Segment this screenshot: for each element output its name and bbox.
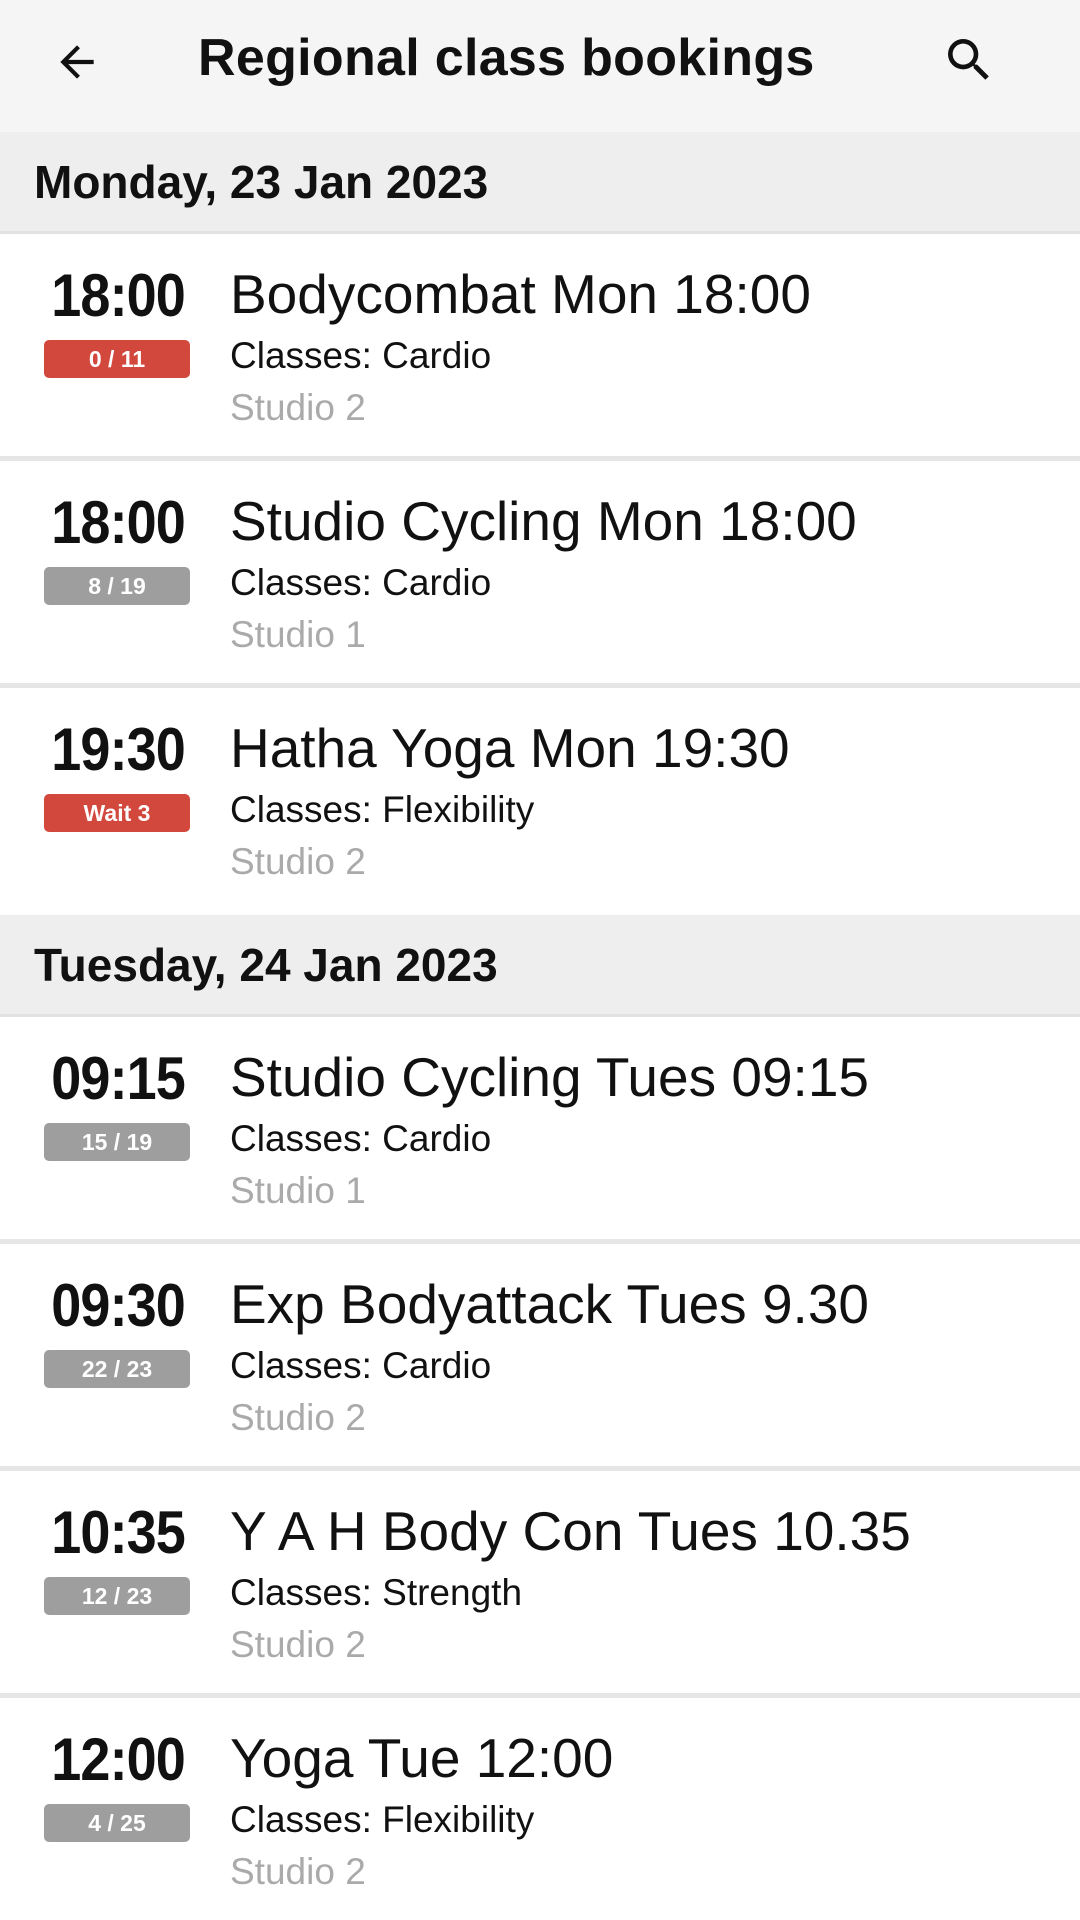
- class-type: Classes: Cardio: [230, 1344, 492, 1386]
- class-row[interactable]: 10:35 12 / 23 Y A H Body Con Tues 10.35 …: [0, 1471, 1080, 1698]
- app-bar: Regional class bookings: [0, 0, 1080, 132]
- capacity-badge: 0 / 11: [44, 340, 190, 378]
- class-time: 09:15: [51, 1045, 186, 1112]
- class-room: Studio 2: [230, 386, 366, 428]
- waitlist-badge: Wait 3: [44, 794, 190, 832]
- class-time: 10:35: [51, 1499, 186, 1566]
- class-row[interactable]: 19:30 Wait 3 Hatha Yoga Mon 19:30 Classe…: [0, 688, 1080, 915]
- capacity-badge: 12 / 23: [44, 1577, 190, 1615]
- class-name: Exp Bodyattack Tues 9.30: [230, 1273, 869, 1335]
- class-room: Studio 2: [230, 1623, 366, 1665]
- class-time: 12:00: [51, 1726, 186, 1793]
- class-name: Yoga Tue 12:00: [230, 1727, 614, 1789]
- capacity-badge: 8 / 19: [44, 567, 190, 605]
- class-type: Classes: Flexibility: [230, 788, 535, 830]
- class-room: Studio 2: [230, 1396, 366, 1438]
- class-time: 09:30: [51, 1272, 186, 1339]
- class-type: Classes: Strength: [230, 1571, 523, 1613]
- search-icon: [948, 39, 989, 80]
- capacity-badge: 15 / 19: [44, 1123, 190, 1161]
- class-row[interactable]: 18:00 0 / 11 Bodycombat Mon 18:00 Classe…: [0, 234, 1080, 461]
- page-title: Regional class bookings: [198, 29, 815, 87]
- class-row[interactable]: 09:15 15 / 19 Studio Cycling Tues 09:15 …: [0, 1017, 1080, 1244]
- class-name: Hatha Yoga Mon 19:30: [230, 717, 790, 779]
- day-header: Monday, 23 Jan 2023: [0, 132, 1080, 234]
- class-time: 19:30: [51, 716, 186, 783]
- class-room: Studio 1: [230, 1169, 366, 1211]
- class-row[interactable]: 18:00 8 / 19 Studio Cycling Mon 18:00 Cl…: [0, 461, 1080, 688]
- search-button[interactable]: [935, 26, 1003, 94]
- class-row[interactable]: 12:00 4 / 25 Yoga Tue 12:00 Classes: Fle…: [0, 1698, 1080, 1920]
- class-name: Y A H Body Con Tues 10.35: [230, 1500, 911, 1562]
- class-room: Studio 1: [230, 613, 366, 655]
- class-name: Studio Cycling Mon 18:00: [230, 490, 857, 552]
- capacity-badge: 22 / 23: [44, 1350, 190, 1388]
- day-header: Tuesday, 24 Jan 2023: [0, 915, 1080, 1017]
- class-type: Classes: Cardio: [230, 1117, 492, 1159]
- back-button[interactable]: [45, 30, 109, 94]
- class-time: 18:00: [51, 489, 186, 556]
- class-type: Classes: Cardio: [230, 334, 492, 376]
- class-row[interactable]: 09:30 22 / 23 Exp Bodyattack Tues 9.30 C…: [0, 1244, 1080, 1471]
- class-room: Studio 2: [230, 840, 366, 882]
- class-name: Studio Cycling Tues 09:15: [230, 1046, 869, 1108]
- class-type: Classes: Flexibility: [230, 1798, 535, 1840]
- class-room: Studio 2: [230, 1850, 366, 1892]
- class-name: Bodycombat Mon 18:00: [230, 263, 811, 325]
- class-type: Classes: Cardio: [230, 561, 492, 603]
- class-time: 18:00: [51, 262, 186, 329]
- arrow-left-icon: [60, 45, 94, 79]
- capacity-badge: 4 / 25: [44, 1804, 190, 1842]
